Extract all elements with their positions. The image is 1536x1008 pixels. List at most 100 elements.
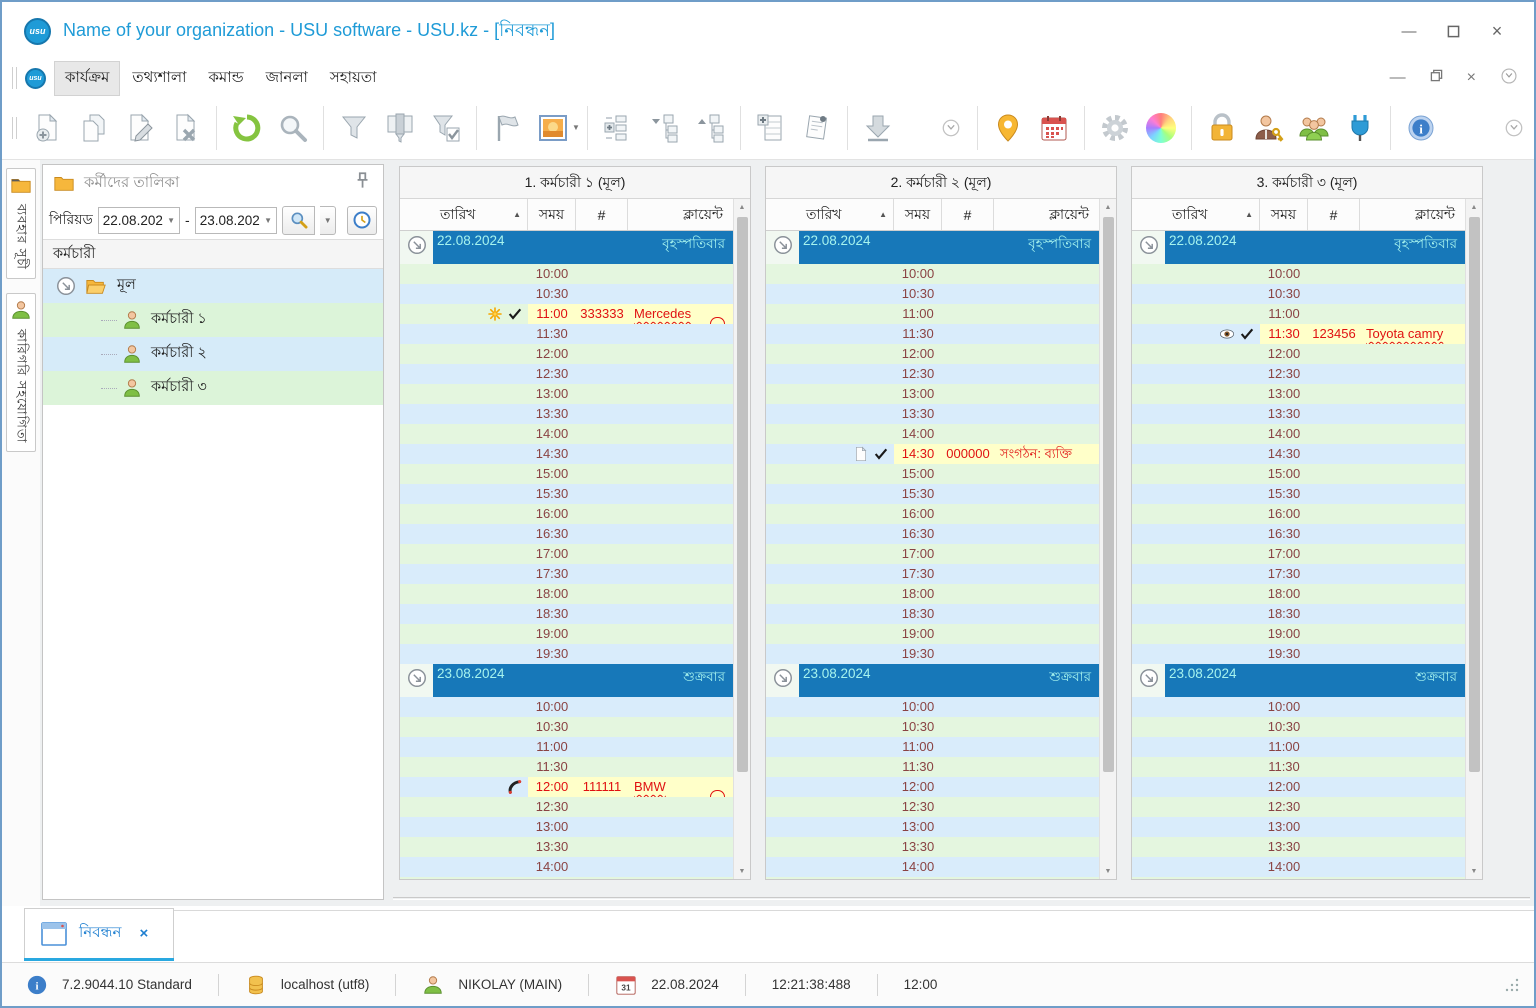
status-user[interactable]: NIKOLAY (MAIN) (422, 974, 562, 996)
time-slot-row[interactable]: 10:30 (766, 717, 1099, 737)
time-slot-row[interactable]: 14:30 (400, 877, 733, 879)
circle-arrow-icon[interactable] (1138, 667, 1160, 689)
settings-gear-icon[interactable] (1092, 104, 1138, 152)
time-slot-row[interactable]: 13:00 (1132, 384, 1465, 404)
date-row[interactable]: 22.08.2024 বৃহস্পতিবার (1132, 231, 1465, 264)
time-slot-row[interactable]: 18:30 (766, 604, 1099, 624)
time-slot-row[interactable]: 12:30 (1132, 797, 1465, 817)
menu-item-help[interactable]: সহায়তা (320, 62, 387, 95)
time-slot-row[interactable]: 19:00 (766, 624, 1099, 644)
appointment-row[interactable]: 11:30 123456 Toyota camry (1132, 324, 1465, 344)
time-slot-row[interactable]: 19:00 (1132, 624, 1465, 644)
column-header-date[interactable]: তারিখ ▲ (766, 199, 894, 230)
time-slot-row[interactable]: 11:30 (766, 324, 1099, 344)
time-slot-row[interactable]: 12:30 (1132, 364, 1465, 384)
close-button[interactable]: × (1488, 21, 1506, 41)
tab-close-icon[interactable]: × (139, 925, 148, 942)
time-slot-row[interactable]: 16:00 (1132, 504, 1465, 524)
side-tab-user-guide[interactable]: ব্যবহার সূচী (6, 168, 36, 279)
time-slot-row[interactable]: 12:30 (766, 797, 1099, 817)
toolbar-drag-handle-2[interactable] (12, 116, 17, 139)
time-slot-row[interactable]: 18:00 (1132, 584, 1465, 604)
time-slot-row[interactable]: 14:00 (1132, 424, 1465, 444)
column-header-client[interactable]: ক্লায়েন্ট (628, 199, 733, 230)
mdi-close-button[interactable]: × (1467, 69, 1476, 87)
time-slot-row[interactable]: 13:30 (1132, 837, 1465, 857)
column-header-number[interactable]: # (576, 199, 628, 230)
column-header-number[interactable]: # (942, 199, 994, 230)
appointment-row[interactable]: 14:30 000000 সংগঠন: ব্যক্তি (766, 444, 1099, 464)
schedule-clock-button[interactable] (347, 205, 377, 235)
time-slot-row[interactable]: 19:30 (400, 644, 733, 664)
time-slot-row[interactable]: 18:30 (400, 604, 733, 624)
employee-column-header[interactable]: কর্মচারী (43, 239, 383, 269)
time-slot-row[interactable]: 11:30 (766, 757, 1099, 777)
vertical-scrollbar[interactable]: ▲ ▼ (733, 199, 750, 879)
date-row[interactable]: 22.08.2024 বৃহস্পতিবার (766, 231, 1099, 264)
time-slot-row[interactable]: 17:00 (1132, 544, 1465, 564)
time-slot-row[interactable]: 12:00 (766, 344, 1099, 364)
time-slot-row[interactable]: 15:30 (766, 484, 1099, 504)
users-group-icon[interactable] (1291, 104, 1337, 152)
mdi-restore-button[interactable] (1430, 69, 1443, 87)
time-slot-row[interactable]: 10:30 (766, 284, 1099, 304)
scroll-down-arrow[interactable]: ▼ (1100, 863, 1116, 879)
period-to-combobox[interactable]: 23.08.202 ▼ (194, 206, 277, 234)
time-slot-row[interactable]: 19:30 (766, 644, 1099, 664)
time-slot-row[interactable]: 17:30 (400, 564, 733, 584)
resize-grip[interactable] (1504, 977, 1520, 993)
time-slot-row[interactable]: 11:00 (1132, 304, 1465, 324)
info-icon[interactable]: i (1398, 104, 1444, 152)
time-slot-row[interactable]: 11:30 (400, 757, 733, 777)
toolbar-drag-handle[interactable] (12, 67, 17, 89)
plug-icon[interactable] (1337, 104, 1383, 152)
column-header-time[interactable]: সময় (894, 199, 942, 230)
numbering-icon[interactable] (595, 104, 641, 152)
time-slot-row[interactable]: 12:30 (766, 364, 1099, 384)
time-slot-row[interactable]: 15:00 (400, 464, 733, 484)
time-slot-row[interactable]: 16:30 (1132, 524, 1465, 544)
tree-collapse-icon[interactable] (641, 104, 687, 152)
menu-item-database[interactable]: তথ্যশালা (122, 62, 196, 95)
time-slot-row[interactable]: 13:00 (1132, 817, 1465, 837)
menu-item-activities[interactable]: কার্যক্রম (54, 60, 121, 96)
time-slot-row[interactable]: 11:00 (766, 737, 1099, 757)
time-slot-row[interactable]: 18:00 (400, 584, 733, 604)
date-row[interactable]: 23.08.2024 শুক্রবার (766, 664, 1099, 697)
time-slot-row[interactable]: 13:30 (400, 837, 733, 857)
new-document-icon[interactable] (25, 104, 71, 152)
color-palette-icon[interactable] (1138, 104, 1184, 152)
menu-overflow-chevron-icon[interactable] (1500, 67, 1518, 90)
period-from-combobox[interactable]: 22.08.202 ▼ (97, 206, 181, 234)
column-header-date[interactable]: তারিখ ▲ (400, 199, 528, 230)
time-slot-row[interactable]: 11:00 (766, 304, 1099, 324)
flag-icon[interactable] (484, 104, 530, 152)
date-row[interactable]: 22.08.2024 বৃহস্পতিবার (400, 231, 733, 264)
scroll-up-arrow[interactable]: ▲ (734, 199, 750, 215)
time-slot-row[interactable]: 17:00 (400, 544, 733, 564)
column-header-client[interactable]: ক্লায়েন্ট (994, 199, 1099, 230)
time-slot-row[interactable]: 12:30 (400, 797, 733, 817)
scroll-up-arrow[interactable]: ▲ (1466, 199, 1482, 215)
time-slot-row[interactable]: 11:00 (1132, 737, 1465, 757)
add-row-icon[interactable] (748, 104, 794, 152)
scrollbar-thumb[interactable] (1468, 217, 1480, 772)
time-slot-row[interactable]: 12:00 (400, 344, 733, 364)
download-icon[interactable] (855, 104, 901, 152)
menu-item-windows[interactable]: জানলা (256, 62, 318, 95)
time-slot-row[interactable]: 17:30 (766, 564, 1099, 584)
tree-node-employee[interactable]: কর্মচারী ২ (43, 337, 383, 371)
search-icon[interactable] (270, 104, 316, 152)
time-slot-row[interactable]: 14:30 (1132, 877, 1465, 879)
status-database[interactable]: localhost (utf8) (245, 974, 369, 996)
time-slot-row[interactable]: 13:00 (766, 384, 1099, 404)
time-slot-row[interactable]: 19:00 (400, 624, 733, 644)
tree-node-root[interactable]: মূল (43, 269, 383, 303)
scrollbar-thumb[interactable] (1102, 217, 1114, 772)
time-slot-row[interactable]: 13:00 (400, 384, 733, 404)
column-header-client[interactable]: ক্লায়েন্ট (1360, 199, 1465, 230)
appointment-row[interactable]: 11:00 333333 Mercedes (400, 304, 733, 324)
tab-registration[interactable]: নিবন্ধন × (24, 908, 174, 961)
tree-node-employee[interactable]: কর্মচারী ১ (43, 303, 383, 337)
time-slot-row[interactable]: 10:30 (400, 284, 733, 304)
